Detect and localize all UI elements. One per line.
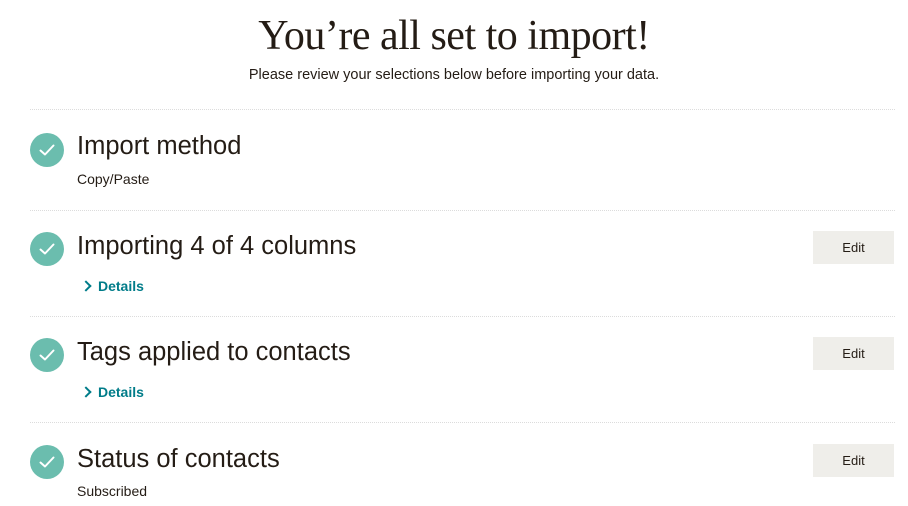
checkmark-icon [30, 338, 64, 372]
page-title: You’re all set to import! [258, 13, 650, 59]
details-label: Details [98, 384, 144, 400]
chevron-right-icon [80, 386, 92, 398]
section-import-method: Import method Copy/Paste [30, 110, 895, 210]
checkmark-icon [30, 232, 64, 266]
details-toggle[interactable]: Details [80, 384, 144, 400]
details-label: Details [98, 278, 144, 294]
checkmark-icon [30, 445, 64, 479]
edit-button[interactable]: Edit [813, 231, 894, 264]
section-title: Import method [77, 132, 242, 160]
edit-button[interactable]: Edit [813, 337, 894, 370]
section-value: Subscribed [77, 483, 148, 499]
section-title: Importing 4 of 4 columns [77, 232, 357, 260]
section-tags: Tags applied to contacts Details Edit [30, 317, 895, 422]
section-value: Copy/Paste [77, 171, 150, 187]
chevron-right-icon [80, 280, 92, 292]
page-subtitle: Please review your selections below befo… [248, 67, 660, 83]
details-toggle[interactable]: Details [80, 278, 144, 294]
section-status: Status of contacts Subscribed Edit [30, 423, 895, 506]
section-title: Status of contacts [77, 445, 280, 473]
section-columns: Importing 4 of 4 columns Details Edit [30, 211, 895, 316]
section-title: Tags applied to contacts [77, 338, 351, 366]
checkmark-icon [30, 133, 64, 167]
edit-button[interactable]: Edit [813, 444, 894, 477]
